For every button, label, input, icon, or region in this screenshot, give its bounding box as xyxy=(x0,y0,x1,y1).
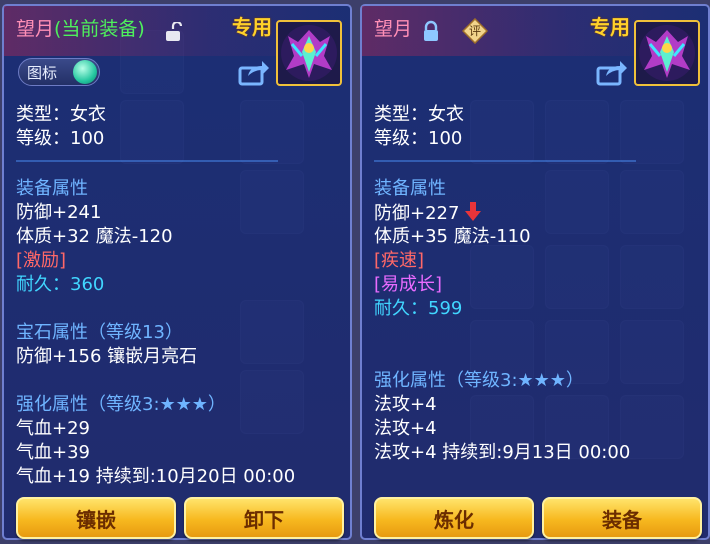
unlocked-padlock-icon[interactable] xyxy=(164,22,182,42)
exclusive-tag: 专用 xyxy=(590,15,630,39)
equip-attr-heading: 装备属性 xyxy=(374,178,446,199)
equip-button[interactable]: 装备 xyxy=(542,497,702,539)
item-name: 望月 xyxy=(374,18,413,40)
special-effect: [疾速] xyxy=(374,250,425,271)
enhance-line: 气血+29 xyxy=(16,418,90,439)
durability-line: 耐久：599 xyxy=(374,298,463,319)
item-name: 望月(当前装备) xyxy=(16,18,145,40)
divider xyxy=(16,160,278,162)
equip-attr-heading: 装备属性 xyxy=(16,178,88,199)
robe-item-icon[interactable] xyxy=(634,20,700,86)
robe-item-icon[interactable] xyxy=(276,20,342,86)
defense-text: 防御+227 xyxy=(374,203,460,224)
rating-badge-text: 评 xyxy=(468,24,481,38)
item-name-text: 望月 xyxy=(16,18,55,40)
durability-line: 耐久：360 xyxy=(16,274,105,295)
defense-line: 防御+241 xyxy=(16,202,102,223)
share-icon[interactable] xyxy=(596,58,628,86)
enhance-line: 气血+39 xyxy=(16,442,90,463)
inlay-button[interactable]: 镶嵌 xyxy=(16,497,176,539)
gem-line: 防御+156 镶嵌月亮石 xyxy=(16,346,198,367)
enhance-line: 气血+19 持续到:10月20日 00:00 xyxy=(16,466,296,487)
enhance-attr-heading: 强化属性（等级3:★★★） xyxy=(374,370,584,391)
icon-toggle[interactable]: 图标 xyxy=(18,58,100,86)
special-effect: [激励] xyxy=(16,250,67,271)
unequip-button[interactable]: 卸下 xyxy=(184,497,344,539)
defense-line: 防御+227 xyxy=(374,202,482,225)
stats-line: 体质+35 魔法-110 xyxy=(374,226,531,247)
toggle-knob-icon xyxy=(73,60,97,84)
stats-line: 体质+32 魔法-120 xyxy=(16,226,173,247)
enhance-line: 法攻+4 xyxy=(374,418,437,439)
level-line: 等级：100 xyxy=(374,128,463,149)
enhance-line: 法攻+4 持续到:9月13日 00:00 xyxy=(374,442,631,463)
rating-badge[interactable]: 评 xyxy=(462,18,488,44)
type-line: 类型：女衣 xyxy=(16,104,106,125)
enhance-line: 法攻+4 xyxy=(374,394,437,415)
type-line: 类型：女衣 xyxy=(374,104,464,125)
equipped-item-tooltip: 望月(当前装备) 专用 图标 类型：女衣 等级：100 装备属性 防御+241 … xyxy=(2,4,352,540)
level-line: 等级：100 xyxy=(16,128,105,149)
refine-button[interactable]: 炼化 xyxy=(374,497,534,539)
compare-item-tooltip: 望月 评 专用 类型：女衣 等级：100 装备属性 防御+227 体质+35 魔 xyxy=(360,4,710,540)
share-icon[interactable] xyxy=(238,58,270,86)
exclusive-tag: 专用 xyxy=(232,15,272,39)
toggle-label: 图标 xyxy=(27,64,58,82)
current-equip-label: (当前装备) xyxy=(54,18,145,40)
enhance-attr-heading: 强化属性（等级3:★★★） xyxy=(16,394,226,415)
gem-attr-heading: 宝石属性（等级13） xyxy=(16,322,183,343)
down-arrow-icon xyxy=(465,202,482,221)
padlock-icon[interactable] xyxy=(422,20,440,42)
divider xyxy=(374,160,636,162)
growth-effect: [易成长] xyxy=(374,274,443,295)
